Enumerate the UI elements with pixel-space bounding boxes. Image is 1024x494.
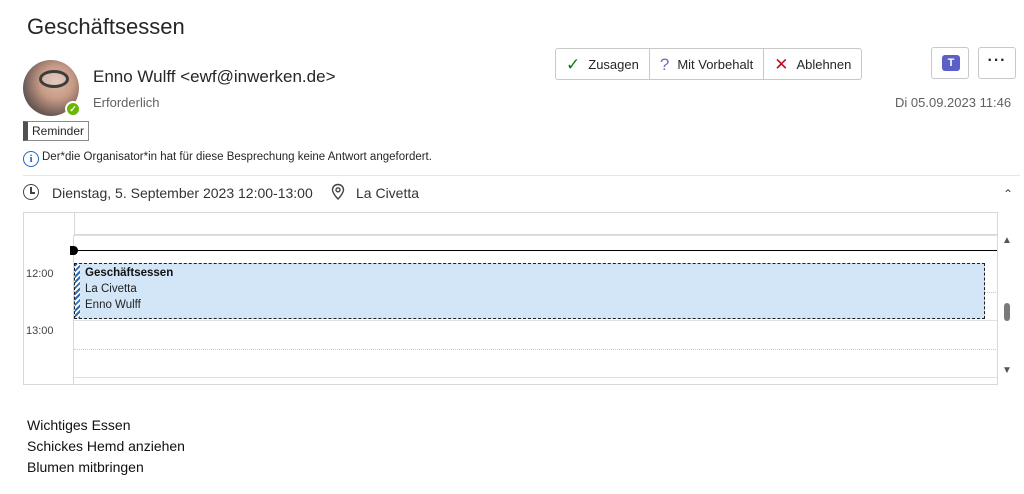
question-icon: ?: [659, 54, 670, 74]
calendar-preview: 12:00 13:00 Geschäftsessen La Civetta En…: [23, 212, 998, 385]
calendar-event[interactable]: Geschäftsessen La Civetta Enno Wulff: [74, 263, 985, 319]
scrollbar-thumb[interactable]: [1004, 303, 1010, 321]
event-status-stripe: [75, 264, 80, 318]
time-column: [24, 235, 74, 384]
meeting-location[interactable]: La Civetta: [356, 185, 419, 201]
message-subject: Geschäftsessen: [27, 14, 185, 39]
current-time-marker: [70, 246, 78, 255]
decline-button[interactable]: ✕ Ablehnen: [764, 49, 861, 79]
body-line: Schickes Hemd anziehen: [27, 438, 185, 454]
info-icon: i: [23, 151, 39, 167]
sender-name[interactable]: Enno Wulff <ewf@inwerken.de>: [93, 67, 336, 87]
time-label: 13:00: [26, 325, 54, 337]
scroll-up-icon[interactable]: ▲: [1002, 235, 1012, 246]
category-tag[interactable]: Reminder: [23, 121, 90, 141]
half-hour-line: [74, 349, 997, 350]
presence-available-icon: ✓: [65, 101, 81, 117]
tentative-label: Mit Vorbehalt: [677, 56, 754, 72]
message-body: Wichtiges Essen Schickes Hemd anziehen B…: [27, 415, 185, 478]
divider: [23, 175, 1020, 176]
x-icon: ✕: [774, 54, 789, 74]
meeting-datetime: Dienstag, 5. September 2023 12:00-13:00: [52, 185, 313, 201]
accept-label: Zusagen: [588, 56, 639, 72]
time-label: 12:00: [26, 268, 54, 280]
location-pin-icon: [331, 183, 345, 200]
response-button-group: ✓ Zusagen ? Mit Vorbehalt ✕ Ablehnen: [555, 48, 863, 80]
teams-button[interactable]: T: [931, 47, 969, 79]
event-title: Geschäftsessen: [85, 267, 174, 279]
scroll-down-icon[interactable]: ▼: [1002, 365, 1012, 376]
more-options-button[interactable]: ···: [978, 47, 1016, 79]
calendar-scrollbar[interactable]: ▲ ▼: [998, 233, 1018, 383]
hour-line: [74, 235, 997, 236]
hour-line: [74, 377, 997, 378]
clock-icon: [23, 184, 39, 200]
chevron-up-icon[interactable]: ⌃: [1000, 186, 1016, 202]
teams-icon: T: [942, 55, 960, 71]
ellipsis-icon: ···: [987, 52, 1007, 69]
decline-label: Ablehnen: [796, 56, 852, 72]
hour-line: [74, 320, 997, 321]
tentative-button[interactable]: ? Mit Vorbehalt: [650, 49, 765, 79]
info-message: Der*die Organisator*in hat für diese Bes…: [42, 151, 432, 163]
accept-button[interactable]: ✓ Zusagen: [556, 49, 650, 79]
event-location: La Civetta: [85, 283, 137, 295]
current-time-line: [74, 250, 997, 251]
sent-date: Di 05.09.2023 11:46: [895, 95, 1012, 110]
attendance-status: Erforderlich: [93, 95, 160, 110]
all-day-row: [74, 213, 997, 235]
check-icon: ✓: [566, 54, 581, 74]
body-line: Wichtiges Essen: [27, 417, 131, 433]
body-line: Blumen mitbringen: [27, 459, 144, 475]
event-organizer: Enno Wulff: [85, 299, 141, 311]
